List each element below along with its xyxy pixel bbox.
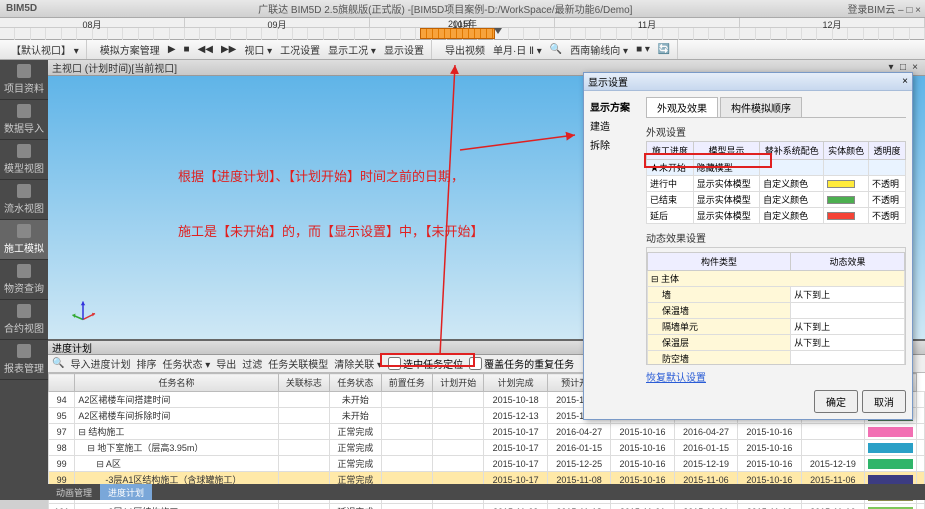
cancel-button[interactable]: 取消 bbox=[862, 390, 906, 413]
toolbar-button[interactable]: 视口 ▾ bbox=[241, 41, 275, 58]
window-controls[interactable]: 登录BIM云 – □ × bbox=[847, 1, 925, 16]
title-bar: BIM5D 广联达 BIM5D 2.5旗舰版(正式版) -[BIM5D项目案例-… bbox=[0, 0, 925, 18]
bottom-tabs: 动画管理进度计划 bbox=[48, 484, 925, 500]
rule-row[interactable]: 延后显示实体模型自定义颜色不透明 bbox=[647, 208, 906, 224]
toolbar-button[interactable]: ■ ▾ bbox=[633, 43, 653, 56]
annotation-2: 施工是【未开始】的，而【显示设置】中，【未开始】 bbox=[178, 221, 484, 240]
plan-tool[interactable]: 🔍 bbox=[52, 358, 64, 369]
sidebar-item[interactable]: 项目资料 bbox=[0, 60, 48, 100]
plan-checkbox[interactable]: 选中任务定位 bbox=[388, 356, 463, 371]
toolbar-button[interactable]: 显示工况 ▾ bbox=[325, 41, 379, 58]
restore-defaults-link[interactable]: 恢复默认设置 bbox=[646, 373, 706, 384]
dialog-left-item[interactable]: 拆除 bbox=[590, 135, 640, 154]
type-row[interactable]: 防空墙 bbox=[648, 351, 905, 366]
type-row[interactable]: 墙从下到上 bbox=[648, 287, 905, 303]
axis-gizmo bbox=[68, 297, 98, 327]
dialog-tab[interactable]: 构件模拟顺序 bbox=[720, 97, 802, 117]
appearance-subtitle: 外观设置 bbox=[646, 124, 906, 139]
sidebar-item[interactable]: 报表管理 bbox=[0, 340, 48, 380]
dialog-left-item[interactable]: 建造 bbox=[590, 116, 640, 135]
plan-tool[interactable]: 清除关联 ▾ bbox=[334, 356, 382, 371]
toolbar-button[interactable]: 模拟方案管理 bbox=[97, 41, 163, 58]
rule-row[interactable]: 已结束显示实体模型自定义颜色不透明 bbox=[647, 192, 906, 208]
toolbar-button[interactable]: 【默认视口】 ▾ bbox=[8, 41, 82, 58]
dialog-tabs: 外观及效果构件模拟顺序 bbox=[646, 97, 906, 118]
toolbar-button[interactable]: ■ bbox=[181, 43, 193, 56]
sidebar-item[interactable]: 模型视图 bbox=[0, 140, 48, 180]
toolbar-button[interactable]: 显示设置 bbox=[381, 41, 427, 58]
table-row[interactable]: 99 ⊟ A区正常完成2015-10-172015-12-252015-10-1… bbox=[49, 456, 925, 472]
window-title: 广联达 BIM5D 2.5旗舰版(正式版) -[BIM5D项目案例-D:/Wor… bbox=[43, 1, 847, 16]
dialog-left-column: 显示方案建造拆除 bbox=[590, 97, 640, 154]
plan-tool[interactable]: 任务关联模型 bbox=[268, 356, 328, 371]
table-row[interactable]: 97⊟ 结构施工正常完成2015-10-172016-04-272015-10-… bbox=[49, 424, 925, 440]
table-row[interactable]: 101 -3层A1区结构施工延迟完成2015-11-092015-11-1820… bbox=[49, 504, 925, 509]
dialog-left-item[interactable]: 显示方案 bbox=[590, 97, 640, 116]
sidebar-item[interactable]: 物资查询 bbox=[0, 260, 48, 300]
type-row[interactable]: 保温层从下到上 bbox=[648, 335, 905, 351]
dialog-body: 显示方案建造拆除 外观及效果构件模拟顺序 外观设置 施工进度模型显示替补系统配色… bbox=[584, 91, 912, 419]
toolbar-button[interactable]: ▶▶ bbox=[218, 43, 239, 56]
plan-checkbox[interactable]: 覆盖任务的重复任务 bbox=[469, 356, 574, 371]
type-table[interactable]: 构件类型动态效果⊟ 主体墙从下到上保温墙隔墙单元从下到上保温层从下到上防空墙门从… bbox=[647, 252, 905, 365]
app-logo: BIM5D bbox=[0, 3, 43, 14]
sidebar: 项目资料数据导入模型视图流水视图施工模拟物资查询合约视图报表管理 bbox=[0, 60, 48, 500]
timeline-marker[interactable] bbox=[494, 28, 502, 34]
sidebar-item[interactable]: 合约视图 bbox=[0, 300, 48, 340]
bottom-tab[interactable]: 进度计划 bbox=[100, 484, 152, 500]
toolbar-button[interactable]: ◀◀ bbox=[195, 43, 216, 56]
timeline[interactable]: 2015年 08月09月10月11月12月 bbox=[0, 18, 925, 40]
display-settings-dialog[interactable]: 显示设置 × 显示方案建造拆除 外观及效果构件模拟顺序 外观设置 施工进度模型显… bbox=[583, 72, 913, 420]
dialog-title: 显示设置 bbox=[588, 74, 628, 89]
annotation-1: 根据【进度计划】、【计划开始】时间之前的日期， bbox=[178, 166, 464, 185]
type-row[interactable]: ⊟ 主体 bbox=[648, 271, 905, 287]
toolbar-button[interactable]: 🔍 bbox=[547, 43, 565, 56]
toolbar-button[interactable]: 工况设置 bbox=[277, 41, 323, 58]
timeline-highlight[interactable] bbox=[420, 28, 495, 39]
bottom-tab[interactable]: 动画管理 bbox=[48, 484, 100, 500]
toolbar-button[interactable]: 单月·日 Ⅱ ▾ bbox=[490, 41, 545, 58]
table-row[interactable]: 98 ⊟ 地下室施工（层高3.95m）正常完成2015-10-172016-01… bbox=[49, 440, 925, 456]
plan-tool[interactable]: 任务状态 ▾ bbox=[162, 356, 210, 371]
plan-tool[interactable]: 过滤 bbox=[242, 356, 262, 371]
plan-tool[interactable]: 排序 bbox=[136, 356, 156, 371]
sidebar-item[interactable]: 施工模拟 bbox=[0, 220, 48, 260]
dynamic-subtitle: 动态效果设置 bbox=[646, 230, 906, 245]
toolbar-button[interactable]: ▶ bbox=[165, 43, 179, 56]
close-icon[interactable]: × bbox=[902, 76, 908, 87]
plan-tool[interactable]: 导出 bbox=[216, 356, 236, 371]
toolbar-button[interactable]: 🔄 bbox=[655, 43, 673, 56]
rule-table[interactable]: 施工进度模型显示替补系统配色实体颜色透明度★未开始隐藏模型进行中显示实体模型自定… bbox=[646, 141, 906, 224]
rule-row[interactable]: 进行中显示实体模型自定义颜色不透明 bbox=[647, 176, 906, 192]
plan-tool[interactable]: 导入进度计划 bbox=[70, 356, 130, 371]
sidebar-item[interactable]: 流水视图 bbox=[0, 180, 48, 220]
type-row[interactable]: 保温墙 bbox=[648, 303, 905, 319]
toolbar-button[interactable]: 西南输线向 ▾ bbox=[567, 41, 631, 58]
dialog-title-bar[interactable]: 显示设置 × bbox=[584, 73, 912, 91]
ok-button[interactable]: 确定 bbox=[814, 390, 858, 413]
toolbar-button[interactable]: 导出视频 bbox=[442, 41, 488, 58]
toolbar: 【默认视口】 ▾ 模拟方案管理▶■◀◀▶▶视口 ▾工况设置显示工况 ▾显示设置导出… bbox=[0, 40, 925, 60]
type-row[interactable]: 隔墙单元从下到上 bbox=[648, 319, 905, 335]
rule-row[interactable]: ★未开始隐藏模型 bbox=[647, 160, 906, 176]
sidebar-item[interactable]: 数据导入 bbox=[0, 100, 48, 140]
dialog-tab[interactable]: 外观及效果 bbox=[646, 97, 718, 117]
